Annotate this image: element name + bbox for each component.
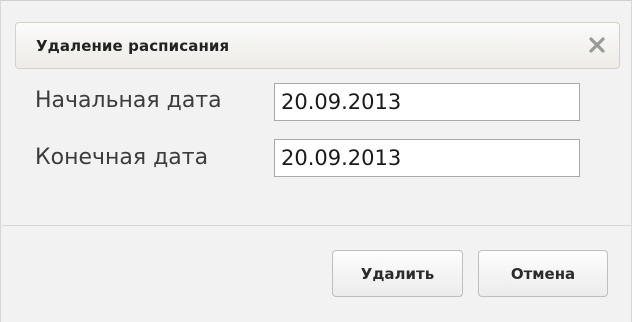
close-icon[interactable]	[585, 33, 609, 57]
cancel-button[interactable]: Отмена	[478, 250, 608, 297]
delete-button[interactable]: Удалить	[332, 250, 463, 297]
dialog-title: Удаление расписания	[36, 37, 230, 55]
end-date-label: Конечная дата	[35, 145, 209, 170]
end-date-field[interactable]	[274, 139, 580, 177]
start-date-field[interactable]	[274, 83, 580, 121]
start-date-label: Начальная дата	[35, 88, 222, 113]
dialog-titlebar: Удаление расписания	[15, 22, 620, 69]
delete-schedule-dialog: Удаление расписания Начальная дата Конеч…	[0, 0, 632, 322]
footer-divider	[2, 225, 632, 226]
